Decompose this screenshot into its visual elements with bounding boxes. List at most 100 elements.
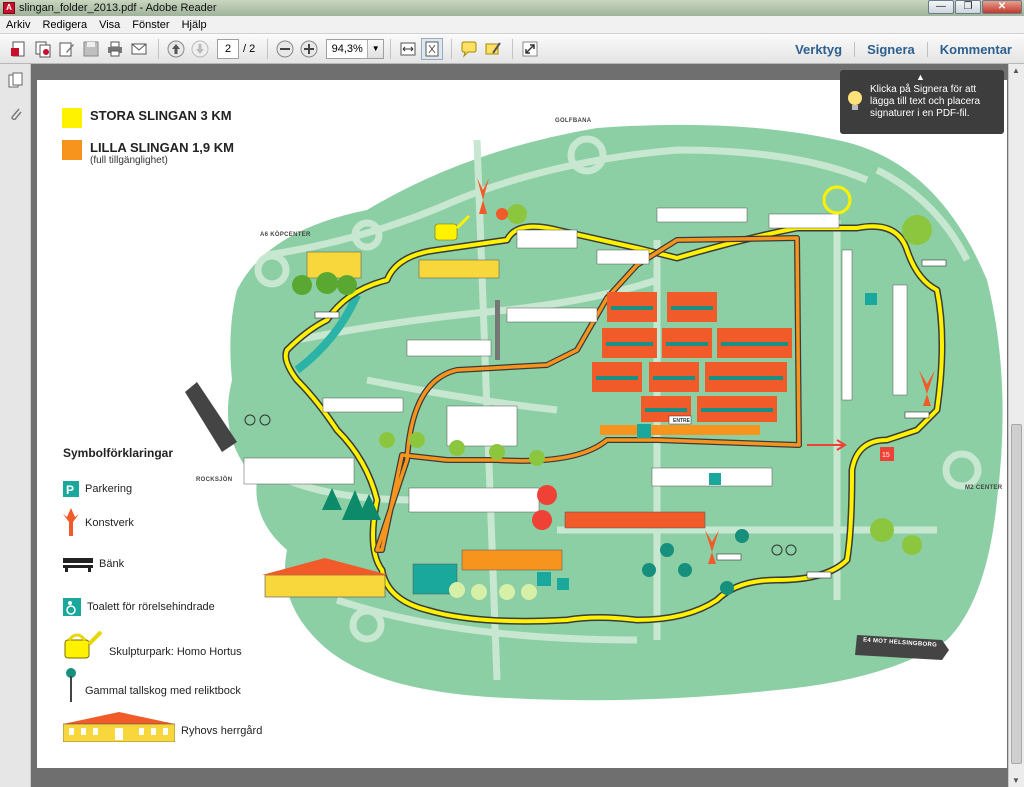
scroll-up-icon[interactable]: ▲ (1012, 66, 1020, 75)
minimize-button[interactable]: — (928, 0, 954, 14)
symbol-legend-item: Ryhovs herrgård (63, 712, 262, 742)
symbol-legend-item: Konstverk (63, 508, 134, 538)
comment-button[interactable] (458, 38, 480, 60)
save-icon (83, 41, 99, 56)
menu-fonster[interactable]: Fönster (132, 19, 169, 31)
symbol-label: Toalett för rörelsehindrade (87, 601, 215, 613)
signera-link[interactable]: Signera (854, 41, 927, 57)
previous-page-button[interactable] (165, 38, 187, 60)
highlighter-icon (485, 41, 502, 54)
email-button[interactable] (128, 38, 150, 60)
fit-width-button[interactable] (397, 38, 419, 60)
toolbar-separator (158, 38, 159, 59)
menu-hjalp[interactable]: Hjälp (182, 19, 207, 31)
yellow-swatch-icon (62, 108, 82, 128)
label-rocksjon: ROCKSJÖN (196, 477, 233, 483)
window-controls: — ❐ ✕ (928, 0, 1022, 14)
page-total: / 2 (243, 42, 256, 55)
symbol-label: Parkering (85, 483, 133, 495)
fullscreen-button[interactable] (519, 38, 541, 60)
route-legend: STORA SLINGAN 3 KM LILLA SLINGAN 1,9 KM … (62, 108, 234, 178)
symbol-legend-item: Toalett för rörelsehindrade (63, 598, 215, 616)
route-stora-label: STORA SLINGAN 3 KM (90, 108, 232, 123)
symbol-legend-heading: Symbolförklaringar (63, 446, 174, 460)
symbol-label: Ryhovs herrgård (181, 725, 263, 737)
zoom-in-button[interactable] (298, 38, 320, 60)
symbol-label: Gammal tallskog med reliktbock (85, 685, 241, 697)
edit-icon (59, 42, 74, 56)
zoom-select[interactable]: 94,3% ▼ (326, 38, 385, 59)
page-number-input[interactable]: 2 (217, 38, 239, 59)
toolbar-separator (451, 38, 453, 59)
sculpture-icon (63, 508, 79, 536)
svg-text:P: P (66, 483, 74, 497)
menu-visa[interactable]: Visa (99, 19, 120, 31)
verktyg-link[interactable]: Verktyg (783, 42, 854, 57)
paperclip-icon (11, 108, 22, 121)
fit-width-icon (400, 42, 416, 55)
print-button[interactable] (104, 38, 126, 60)
park-map: ENTRE 15 (185, 124, 1003, 701)
signera-tooltip: ▲ Klicka på Signera för att lägga till t… (840, 70, 1004, 134)
park-ground (227, 124, 1003, 701)
vertical-scrollbar[interactable]: ▲ ▼ (1008, 64, 1024, 787)
window-title: slingan_folder_2013.pdf - Adobe Reader (19, 2, 217, 14)
symbol-legend-item: Gammal tallskog med reliktbock (63, 668, 241, 702)
scrollbar-thumb[interactable] (1011, 424, 1022, 764)
symbol-label: Konstverk (85, 517, 134, 529)
toolbar-separator (512, 38, 514, 59)
adobe-reader-icon: A (3, 2, 15, 14)
edit-button[interactable] (56, 38, 78, 60)
close-button[interactable]: ✕ (982, 0, 1022, 14)
collapse-chevron-icon[interactable]: ▲ (916, 71, 925, 83)
route-lilla-sub: (full tillgänglighet) (90, 155, 168, 166)
zoom-out-button[interactable] (274, 38, 296, 60)
fit-page-button[interactable] (421, 37, 444, 60)
highlight-button[interactable] (482, 38, 504, 60)
route-legend-item: LILLA SLINGAN 1,9 KM (full tillgänglighe… (62, 140, 234, 166)
envelope-icon (131, 43, 147, 54)
next-page-button[interactable] (189, 38, 211, 60)
fit-page-icon (425, 41, 439, 56)
navigation-pane (0, 64, 31, 787)
arrow-up-icon (167, 40, 185, 57)
label-a6-kopcenter: A6 KÖPCENTER (260, 232, 311, 238)
print-icon (108, 41, 122, 56)
symbol-legend-item: Skulpturpark: Homo Hortus (63, 630, 242, 660)
menu-bar: Arkiv Redigera Visa Fönster Hjälp (0, 16, 1024, 34)
tooltip-text: Klicka på Signera för att lägga till tex… (870, 84, 981, 119)
pages-icon (8, 72, 23, 88)
entre-label: ENTRE (673, 418, 691, 424)
expand-icon (522, 41, 538, 56)
symbol-label: Skulpturpark: Homo Hortus (109, 646, 242, 658)
route-lilla-label: LILLA SLINGAN 1,9 KM (90, 140, 234, 155)
toolbar-separator (390, 38, 392, 59)
label-golfbana: GOLFBANA (555, 118, 592, 124)
menu-redigera[interactable]: Redigera (42, 19, 87, 31)
manor-house-icon (63, 712, 175, 742)
save-button[interactable] (80, 38, 102, 60)
speed-sign-label: 15 (882, 452, 890, 459)
toolbar-separator (267, 38, 269, 59)
arrow-down-icon (191, 40, 209, 57)
pdf-page: ENTRE 15 GOLFBANA A6 KÖPCENTER E4 MOT ST… (37, 80, 1007, 768)
toolbar: 2 / 2 94,3% ▼ Verktyg Signera Kommentar (0, 34, 1024, 64)
label-m2-center: M2 CENTER (965, 485, 1003, 491)
symbol-legend-item: P Parkering (63, 481, 132, 497)
parking-icon: P (63, 481, 79, 497)
attachments-button[interactable] (6, 104, 26, 124)
combine-icon (35, 41, 51, 57)
maximize-button[interactable]: ❐ (955, 0, 981, 14)
route-legend-item: STORA SLINGAN 3 KM (62, 108, 234, 128)
page-thumbnails-button[interactable] (6, 70, 26, 90)
menu-arkiv[interactable]: Arkiv (6, 19, 30, 31)
kommentar-link[interactable]: Kommentar (926, 41, 1024, 57)
chevron-down-icon: ▼ (367, 39, 384, 58)
symbol-legend: Symbolförklaringar P Parkering Konstverk… (63, 446, 283, 742)
zoom-value: 94,3% (331, 42, 363, 55)
create-pdf-button[interactable] (8, 38, 30, 60)
combine-button[interactable] (32, 38, 54, 60)
speech-bubble-icon (461, 41, 477, 58)
scroll-down-icon[interactable]: ▼ (1012, 776, 1020, 785)
orange-swatch-icon (62, 140, 82, 160)
